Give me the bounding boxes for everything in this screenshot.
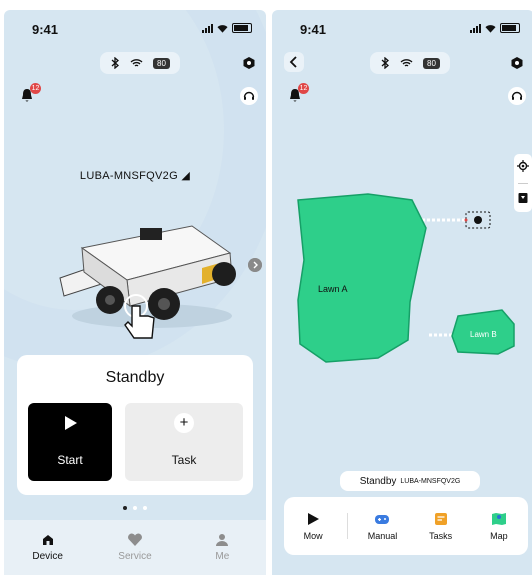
map-icon <box>491 512 506 525</box>
wifi-icon <box>130 59 143 67</box>
connection-indicators: 80 <box>100 52 180 74</box>
tasks-icon <box>434 512 447 525</box>
action-label: Mow <box>303 530 323 541</box>
notification-badge: 12 <box>298 83 309 94</box>
map-action-bar: Mow Manual Tasks Map <box>284 497 528 555</box>
start-button[interactable]: Start <box>28 403 112 481</box>
tap-hand-icon <box>124 294 155 339</box>
battery-icon <box>500 23 520 33</box>
map-status-pill: Standby LUBA-MNSFQV2G <box>340 471 480 491</box>
settings-hexagon-icon[interactable] <box>510 56 524 70</box>
lawn-map[interactable] <box>292 190 517 370</box>
carousel-indicator <box>4 506 266 510</box>
map-status-text: Standby <box>359 475 397 487</box>
mow-button[interactable]: Mow <box>289 512 337 541</box>
action-label: Tasks <box>429 530 453 541</box>
person-icon <box>216 534 229 546</box>
page-dot <box>143 506 147 510</box>
device-name-selector[interactable]: LUBA-MNSFQV2G ◢ <box>4 169 266 182</box>
status-time: 9:41 <box>300 22 327 37</box>
lawn-b-label: Lawn B <box>470 330 497 339</box>
wifi-icon <box>400 59 413 67</box>
lawn-a-label: Lawn A <box>318 284 348 294</box>
bottom-tab-bar: Device Service Me <box>4 520 266 575</box>
tab-label: Device <box>32 551 63 562</box>
support-headset-icon[interactable] <box>240 87 258 105</box>
plus-icon: + <box>174 413 194 433</box>
action-label: Map <box>490 530 508 541</box>
back-arrow-icon[interactable] <box>284 52 304 72</box>
heart-icon <box>128 533 142 546</box>
task-label: Task <box>171 453 197 467</box>
bluetooth-icon <box>111 57 119 69</box>
map-device-name: LUBA-MNSFQV2G <box>400 477 461 485</box>
gamepad-icon <box>375 514 390 524</box>
bookmark-map-icon[interactable] <box>517 192 529 204</box>
tab-label: Me <box>215 551 230 562</box>
tab-service[interactable]: Service <box>95 533 175 562</box>
tab-label: Service <box>118 551 152 562</box>
status-icons <box>470 23 520 33</box>
battery-icon <box>232 23 252 33</box>
page-dot <box>133 506 137 510</box>
signal-icon <box>470 23 481 33</box>
divider <box>518 183 528 184</box>
manual-button[interactable]: Manual <box>358 512 406 541</box>
connection-indicators: 80 <box>370 52 450 74</box>
tab-me[interactable]: Me <box>182 533 262 562</box>
map-screen: 9:41 80 12 Lawn A Lawn B Standby LUBA-MN… <box>272 10 532 575</box>
status-time: 9:41 <box>32 22 59 37</box>
next-arrow-icon[interactable] <box>248 258 262 272</box>
tasks-button[interactable]: Tasks <box>417 512 465 541</box>
device-screen: 9:41 80 12 LUBA-MNSFQV2G ◢ Standby Start… <box>4 10 266 575</box>
device-name: LUBA-MNSFQV2G <box>79 170 178 182</box>
status-text: Standby <box>105 369 165 386</box>
wifi-icon <box>485 24 496 33</box>
battery-level-chip: 80 <box>423 57 440 69</box>
signal-icon <box>202 23 213 33</box>
home-icon <box>42 535 53 545</box>
tab-device[interactable]: Device <box>8 533 88 562</box>
play-icon <box>308 512 320 525</box>
wifi-icon <box>217 24 228 33</box>
notification-badge: 12 <box>30 83 41 94</box>
locate-icon[interactable] <box>517 160 529 172</box>
support-headset-icon[interactable] <box>508 87 526 105</box>
task-button[interactable]: + Task <box>125 403 243 481</box>
battery-level-chip: 80 <box>153 57 170 69</box>
start-label: Start <box>57 453 83 467</box>
bluetooth-icon <box>381 57 389 69</box>
settings-hexagon-icon[interactable] <box>242 56 256 70</box>
status-icons <box>202 23 252 33</box>
divider <box>347 513 349 539</box>
action-label: Manual <box>367 530 398 541</box>
play-icon <box>65 416 77 430</box>
status-card: Standby Start + Task <box>17 355 253 495</box>
mower-heading-dot <box>464 218 468 222</box>
page-dot <box>123 506 127 510</box>
map-button[interactable]: Map <box>475 512 523 541</box>
mower-position-icon <box>474 216 482 224</box>
lawn-a-zone[interactable] <box>297 193 427 363</box>
dropdown-triangle-icon: ◢ <box>181 170 191 182</box>
